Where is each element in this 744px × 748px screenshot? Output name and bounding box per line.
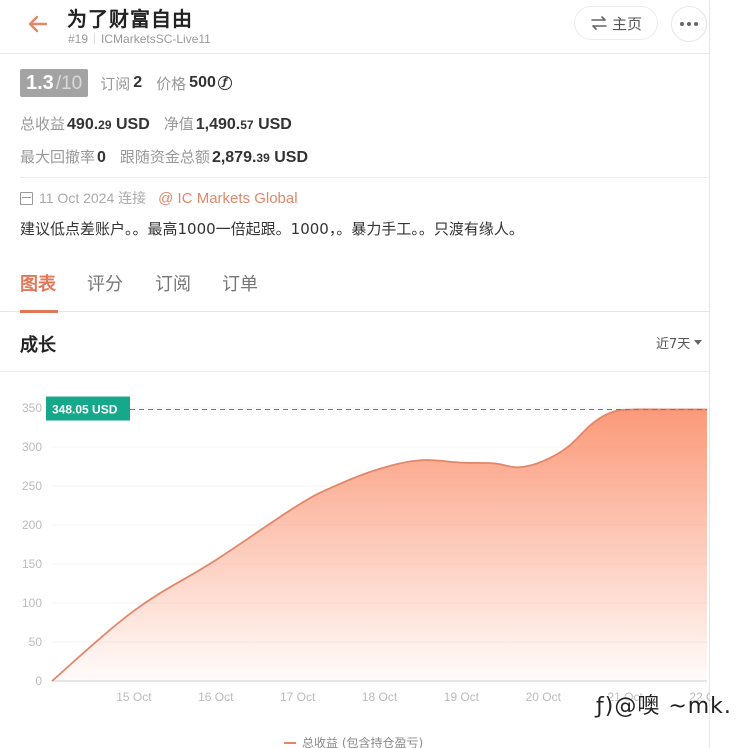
score-max: /10 bbox=[55, 73, 83, 94]
follow-total-dec: 39 bbox=[256, 151, 270, 165]
x-tick-label: 17 Oct bbox=[280, 690, 316, 704]
home-label: 主页 bbox=[611, 15, 642, 33]
y-tick-label: 0 bbox=[35, 674, 42, 688]
total-profit-value: 490.29 USD bbox=[67, 116, 150, 134]
x-tick-label: 19 Oct bbox=[444, 690, 480, 704]
max-drawdown-value: 0 bbox=[97, 149, 106, 166]
more-dots-icon bbox=[680, 22, 684, 26]
tab-chart[interactable]: 图表 bbox=[20, 270, 56, 296]
total-profit-dec: 29 bbox=[98, 118, 112, 132]
strategy-description: 建议低点差账户。。最高1000一倍起跟。1000，。暴力手工。。只渡有缘人。 bbox=[20, 220, 524, 238]
score-badge: 1.3 /10 bbox=[20, 69, 89, 97]
legend-label: 总收益 (包含持仓盈亏) bbox=[302, 736, 424, 748]
stats-row-score: 1.3 /10 订阅 2 价格 500 ƒ bbox=[20, 68, 710, 98]
more-dot bbox=[694, 22, 698, 26]
more-button[interactable] bbox=[671, 6, 707, 42]
net-value: 1,490.57 USD bbox=[196, 116, 292, 134]
divider bbox=[20, 177, 710, 178]
tab-orders[interactable]: 订单 bbox=[222, 270, 258, 296]
current-value-label: 348.05 USD bbox=[52, 403, 118, 417]
chart-legend[interactable]: 总收益 (包含持仓盈亏) bbox=[284, 734, 423, 748]
watermark: ƒ)@噢 ~mk. bbox=[596, 694, 732, 719]
connected-date: 11 Oct 2024 连接 bbox=[39, 190, 147, 206]
follow-total-int: 2,879. bbox=[211, 149, 257, 166]
net-value-unit: USD bbox=[258, 116, 292, 133]
follow-total-label: 跟随资金总额 bbox=[119, 148, 210, 166]
range-value: 近7天 bbox=[656, 337, 691, 352]
y-tick-label: 50 bbox=[29, 635, 43, 649]
calendar-icon bbox=[20, 191, 33, 205]
tab-rating[interactable]: 评分 bbox=[87, 270, 123, 296]
total-profit-label: 总收益 bbox=[20, 115, 66, 133]
net-value-dec: 57 bbox=[240, 118, 254, 132]
subscribe-label: 订阅 bbox=[100, 74, 131, 93]
growth-section-header: 成长 近7天 bbox=[0, 312, 710, 372]
range-select[interactable]: 近7天 bbox=[656, 333, 703, 352]
max-drawdown-label: 最大回撤率 bbox=[20, 148, 96, 166]
y-tick-label: 100 bbox=[22, 596, 42, 610]
stats-row-drawdown: 最大回撤率 0 跟随资金总额 2,879.39 USD bbox=[20, 146, 308, 167]
account-subtitle: #19 ICMarketsSC-Live11 bbox=[68, 32, 211, 46]
y-tick-label: 200 bbox=[22, 518, 42, 532]
x-tick-label: 20 Oct bbox=[526, 690, 562, 704]
y-tick-label: 350 bbox=[22, 401, 42, 415]
y-tick-label: 150 bbox=[22, 557, 42, 571]
current-value-badge: 348.05 USD bbox=[46, 396, 130, 421]
tab-subscribe[interactable]: 订阅 bbox=[155, 270, 191, 296]
back-button[interactable] bbox=[24, 10, 52, 38]
rank: #19 bbox=[68, 32, 89, 46]
x-tick-label: 16 Oct bbox=[198, 690, 234, 704]
y-tick-label: 300 bbox=[22, 440, 42, 454]
y-axis: 0 50 100 150 200 250 300 350 bbox=[22, 401, 42, 688]
home-button[interactable]: 主页 bbox=[574, 6, 658, 40]
total-profit-int: 490. bbox=[67, 116, 99, 133]
price-label: 价格 bbox=[156, 74, 187, 93]
follow-total-unit: USD bbox=[274, 149, 309, 166]
follow-total-value: 2,879.39 USD bbox=[212, 149, 308, 167]
stats-row-profit: 总收益 490.29 USD 净值 1,490.57 USD bbox=[20, 113, 292, 134]
x-tick-label: 15 Oct bbox=[116, 690, 152, 704]
subscribe-value: 2 bbox=[133, 74, 143, 91]
tab-bar: 图表 评分 订阅 订单 bbox=[0, 258, 710, 313]
legend-swatch bbox=[284, 741, 296, 744]
y-tick-label: 250 bbox=[22, 479, 42, 493]
separator bbox=[94, 33, 96, 44]
total-profit-unit: USD bbox=[115, 116, 150, 133]
section-title: 成长 bbox=[20, 335, 56, 356]
net-value-label: 净值 bbox=[163, 115, 194, 133]
header: 为了财富自由 #19 ICMarketsSC-Live11 主页 bbox=[0, 0, 710, 54]
page-title: 为了财富自由 bbox=[67, 7, 193, 31]
connection-meta: 11 Oct 2024 连接 @ IC Markets Global bbox=[20, 188, 298, 208]
more-dot bbox=[687, 22, 691, 26]
coin-icon: ƒ bbox=[217, 76, 232, 90]
score-value: 1.3 bbox=[26, 72, 54, 94]
broker-link[interactable]: @ IC Markets Global bbox=[158, 190, 297, 207]
arrow-left-icon bbox=[28, 15, 48, 33]
net-value-int: 1,490. bbox=[195, 116, 241, 133]
caret-down-icon bbox=[694, 340, 703, 345]
account-name: ICMarketsSC-Live11 bbox=[101, 32, 211, 46]
area-fill bbox=[52, 409, 707, 681]
x-tick-label: 18 Oct bbox=[362, 690, 398, 704]
price-value: 500 bbox=[189, 74, 216, 91]
swap-icon bbox=[591, 16, 607, 30]
